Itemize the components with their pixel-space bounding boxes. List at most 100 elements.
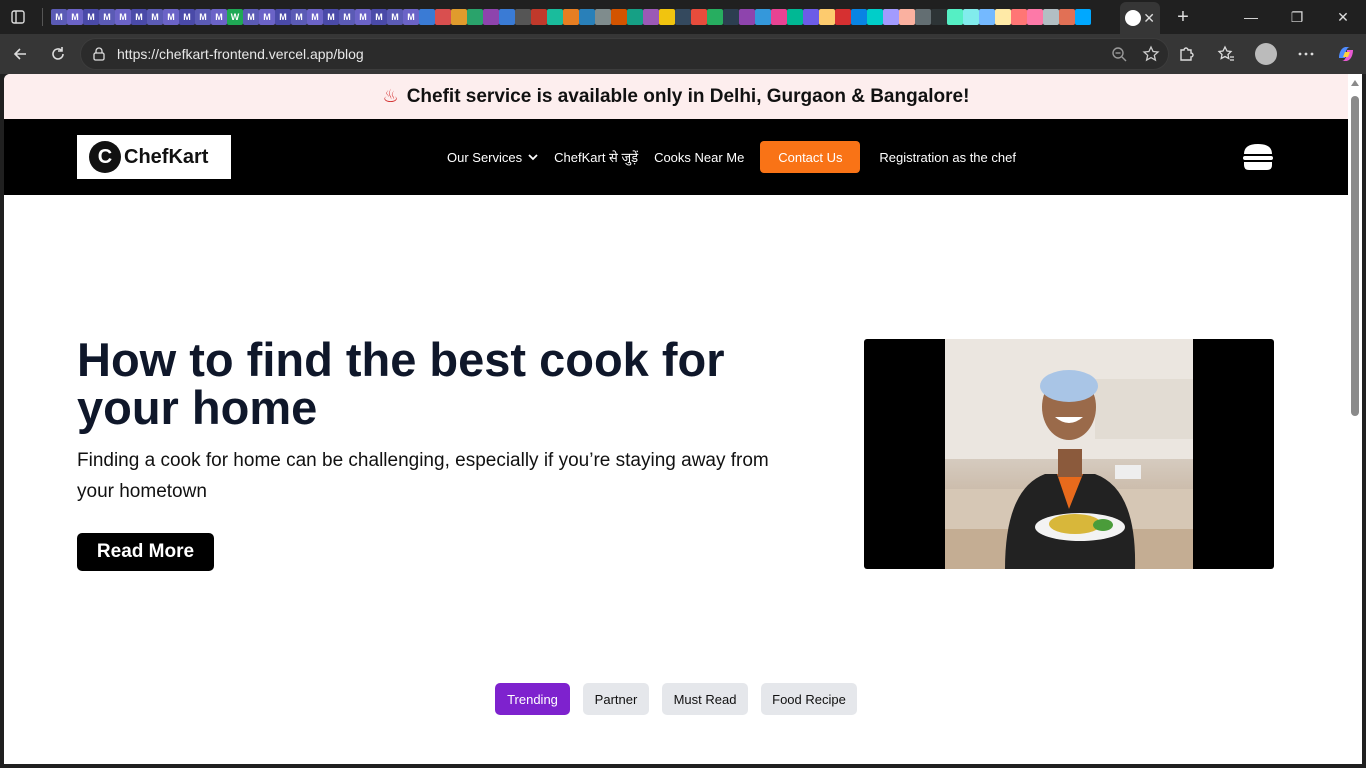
pinned-tab[interactable] [547,0,563,34]
pinned-tab[interactable] [643,0,659,34]
pinned-tab[interactable] [883,0,899,34]
site-favicon-icon [723,9,739,25]
pinned-tab[interactable] [867,0,883,34]
pinned-tab[interactable] [1027,0,1043,34]
minimize-button[interactable]: — [1228,0,1274,34]
pinned-tab[interactable] [915,0,931,34]
pinned-tab[interactable] [659,0,675,34]
pinned-tab[interactable]: M [211,0,227,34]
pinned-tab[interactable] [419,0,435,34]
pinned-tab[interactable] [851,0,867,34]
pinned-tab[interactable] [803,0,819,34]
nav-join-chefkart[interactable]: ChefKart से जुड़ें [554,148,638,166]
pinned-tab[interactable]: M [243,0,259,34]
pinned-tab[interactable]: M [195,0,211,34]
copilot-button[interactable] [1326,38,1366,70]
pinned-tab[interactable] [755,0,771,34]
close-tab-icon[interactable]: ✕ [1143,10,1155,27]
contact-us-button[interactable]: Contact Us [760,141,861,173]
pinned-tab[interactable]: M [163,0,179,34]
pinned-tab[interactable] [611,0,627,34]
pinned-tab[interactable] [563,0,579,34]
pinned-tab[interactable] [435,0,451,34]
pinned-tab[interactable] [1011,0,1027,34]
pinned-tab[interactable] [1059,0,1075,34]
scrollbar-thumb[interactable] [1351,96,1359,416]
page-scrollbar[interactable] [1348,74,1362,764]
read-more-button[interactable]: Read More [77,533,214,571]
burger-menu-icon[interactable] [1242,143,1274,171]
pinned-tab[interactable] [931,0,947,34]
pinned-tab[interactable] [995,0,1011,34]
pinned-tab[interactable]: M [291,0,307,34]
pinned-tab[interactable] [467,0,483,34]
close-window-button[interactable]: ✕ [1320,0,1366,34]
pinned-tab[interactable] [787,0,803,34]
restore-button[interactable]: ❐ [1274,0,1320,34]
pinned-tab[interactable] [739,0,755,34]
tag-trending[interactable]: Trending [495,683,570,715]
settings-menu-button[interactable] [1286,38,1326,70]
pinned-tab[interactable] [771,0,787,34]
pinned-tab[interactable] [499,0,515,34]
pinned-tab[interactable]: M [339,0,355,34]
favorite-star-icon[interactable] [1142,45,1160,63]
pinned-tab[interactable]: M [355,0,371,34]
new-tab-button[interactable]: + [1168,2,1198,32]
pinned-tab[interactable]: M [403,0,419,34]
profile-button[interactable] [1246,38,1286,70]
pinned-tab[interactable] [899,0,915,34]
pinned-tab[interactable]: M [387,0,403,34]
pinned-tab[interactable] [627,0,643,34]
back-button[interactable] [2,38,38,70]
address-bar[interactable]: https://chefkart-frontend.vercel.app/blo… [80,38,1169,70]
pinned-tab[interactable]: M [99,0,115,34]
pinned-tab[interactable] [979,0,995,34]
pinned-tab[interactable] [723,0,739,34]
scroll-up-arrow-icon[interactable] [1351,80,1359,86]
pinned-tab[interactable] [1075,0,1091,34]
favorites-button[interactable] [1206,38,1246,70]
pinned-tab[interactable]: M [67,0,83,34]
nav-our-services[interactable]: Our Services [447,150,538,165]
pinned-tab[interactable] [819,0,835,34]
tab-actions-button[interactable] [0,1,36,33]
pinned-tab[interactable]: M [83,0,99,34]
pinned-tab[interactable] [1043,0,1059,34]
lock-icon[interactable] [91,46,107,62]
active-tab[interactable]: ✕ [1120,2,1160,34]
pinned-tab[interactable] [963,0,979,34]
pinned-tab[interactable] [579,0,595,34]
extensions-button[interactable] [1166,38,1206,70]
tag-partner[interactable]: Partner [583,683,649,715]
tag-must-read[interactable]: Must Read [662,683,748,715]
pinned-tab[interactable]: M [259,0,275,34]
pinned-tab[interactable]: M [147,0,163,34]
pinned-tab[interactable] [691,0,707,34]
zoom-out-icon[interactable] [1110,45,1128,63]
pinned-tab[interactable] [835,0,851,34]
pinned-tab[interactable]: M [323,0,339,34]
pinned-tab[interactable] [451,0,467,34]
url-text[interactable]: https://chefkart-frontend.vercel.app/blo… [117,46,364,62]
pinned-tab[interactable]: M [179,0,195,34]
pinned-tab[interactable]: W [227,0,243,34]
nav-cooks-near-me[interactable]: Cooks Near Me [654,150,744,165]
chefkart-logo[interactable]: C ChefKart [77,135,231,179]
pinned-tab[interactable]: M [51,0,67,34]
pinned-tab[interactable] [707,0,723,34]
pinned-tab[interactable]: M [371,0,387,34]
pinned-tab[interactable]: M [115,0,131,34]
tag-food-recipe[interactable]: Food Recipe [761,683,857,715]
nav-registration-chef[interactable]: Registration as the chef [879,150,1016,165]
pinned-tab[interactable]: M [131,0,147,34]
pinned-tab[interactable] [675,0,691,34]
pinned-tab[interactable] [595,0,611,34]
pinned-tab[interactable] [947,0,963,34]
refresh-button[interactable] [40,38,76,70]
pinned-tab[interactable] [531,0,547,34]
pinned-tab[interactable] [483,0,499,34]
pinned-tab[interactable]: M [275,0,291,34]
pinned-tab[interactable]: M [307,0,323,34]
pinned-tab[interactable] [515,0,531,34]
